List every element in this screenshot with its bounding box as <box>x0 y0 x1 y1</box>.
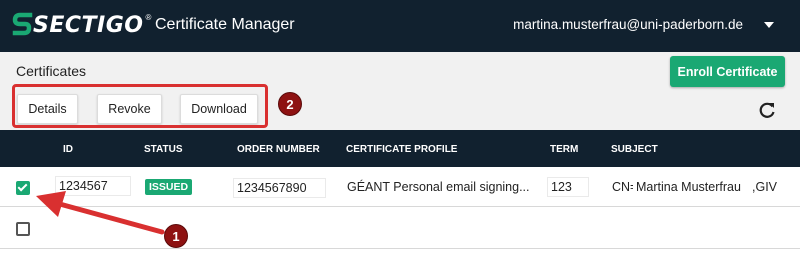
user-menu-caret-icon[interactable] <box>764 22 774 28</box>
column-header-term[interactable]: TERM <box>550 144 578 155</box>
app-header: SECTIGO ® Certificate Manager martina.mu… <box>0 0 800 52</box>
checkmark-icon <box>17 181 28 192</box>
page-title: Certificates <box>16 63 87 79</box>
cell-certificate-profile: GÉANT Personal email signing... <box>347 180 530 194</box>
user-email[interactable]: martina.musterfrau@uni-paderborn.de <box>513 17 743 32</box>
column-header-subject[interactable]: SUBJECT <box>611 144 658 155</box>
logo-text: SECTIGO <box>33 12 144 38</box>
sectigo-logo[interactable]: SECTIGO ® <box>12 11 151 39</box>
annotation-highlight-box <box>12 84 268 128</box>
annotation-marker-1: 1 <box>164 224 188 248</box>
cell-id: 1234567 <box>55 176 131 196</box>
app-title: Certificate Manager <box>155 16 295 33</box>
column-header-status[interactable]: STATUS <box>144 144 183 155</box>
cell-subject-suffix: ,GIV <box>752 180 778 194</box>
cell-order-number: 1234567890 <box>233 178 326 198</box>
status-badge: ISSUED <box>145 179 193 195</box>
cell-term: 123 <box>547 177 589 197</box>
sectigo-s-icon <box>12 12 33 36</box>
row-select-checkbox[interactable] <box>16 222 30 236</box>
column-header-id[interactable]: ID <box>63 144 73 155</box>
column-header-order-number[interactable]: ORDER NUMBER <box>237 144 320 155</box>
enroll-certificate-button[interactable]: Enroll Certificate <box>670 56 785 87</box>
logo-registered-mark: ® <box>145 12 152 22</box>
row-select-checkbox[interactable] <box>16 181 30 195</box>
table-row[interactable] <box>0 207 800 249</box>
cell-subject-name: Martina Musterfrau <box>633 178 751 196</box>
annotation-marker-2: 2 <box>278 92 302 116</box>
column-header-certificate-profile[interactable]: CERTIFICATE PROFILE <box>346 144 457 155</box>
refresh-icon[interactable] <box>757 100 777 120</box>
